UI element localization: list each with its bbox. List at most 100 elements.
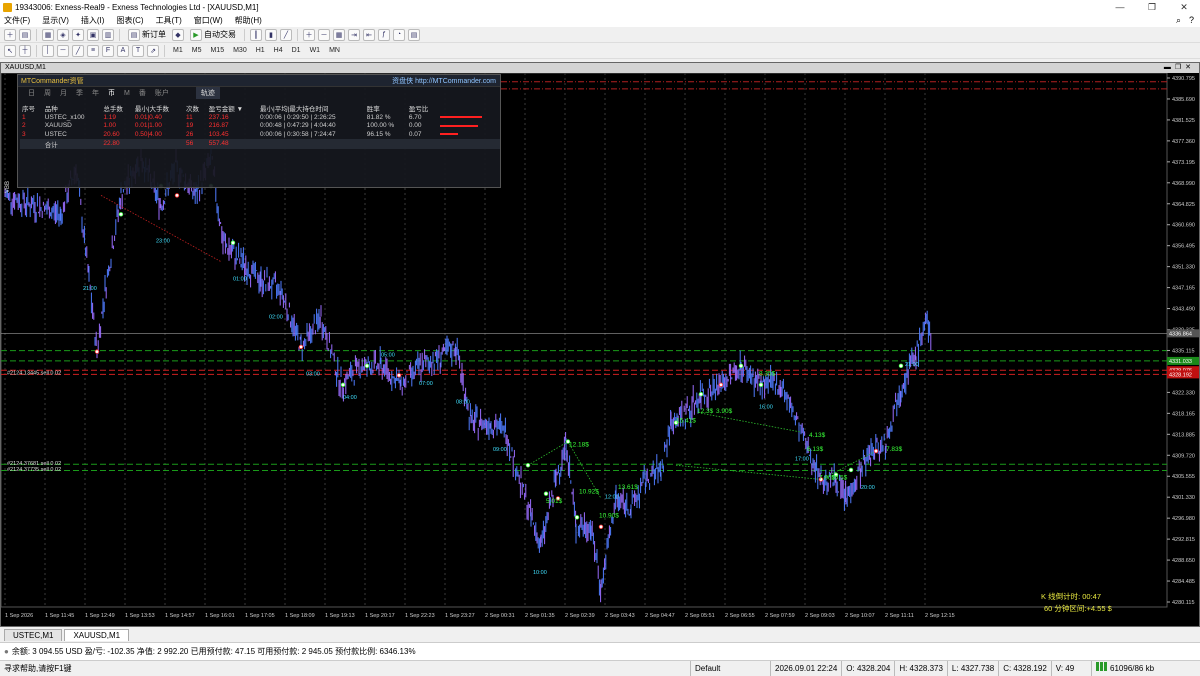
data-window-icon[interactable]: ◈	[57, 28, 69, 41]
panel-tab-account[interactable]: 账户	[155, 88, 169, 98]
col-index[interactable]: 序号	[20, 103, 43, 113]
maximize-button[interactable]: ❐	[1136, 0, 1168, 14]
tile-windows-icon[interactable]: ▦	[333, 28, 345, 41]
panel-tab-week[interactable]: 周	[44, 88, 51, 98]
timeframe-mn[interactable]: MN	[326, 47, 343, 54]
row-winrate: 81.82 %	[366, 113, 391, 121]
timeframe-m30[interactable]: M30	[230, 47, 250, 54]
col-hold[interactable]: 最小|平均|最大持仓时间	[258, 103, 365, 113]
text-icon[interactable]: A	[117, 44, 129, 57]
row-lots: 1.00	[103, 122, 117, 130]
col-count[interactable]: 次数	[184, 103, 207, 113]
row-index: 3	[22, 130, 26, 138]
menu-tools[interactable]: 工具(T)	[156, 15, 182, 26]
line-chart-icon[interactable]: ╱	[280, 28, 292, 41]
table-row[interactable]: 2 XAUUSD 1.00 0.01|1.00 19 216.87 0:00:4…	[20, 122, 500, 131]
strategy-tester-icon[interactable]: ▥	[102, 28, 114, 41]
vertical-line-icon[interactable]: │	[42, 44, 54, 57]
label-icon[interactable]: T	[132, 44, 144, 57]
timeframe-m15[interactable]: M15	[207, 47, 227, 54]
chart-window-controls[interactable]: ▬❐✕	[1164, 63, 1195, 73]
menu-charts[interactable]: 图表(C)	[116, 15, 143, 26]
price-tick: 4377.360	[1172, 139, 1195, 145]
new-order-button[interactable]: ▤ 新订单	[125, 28, 169, 41]
timeframe-h1[interactable]: H1	[253, 47, 268, 54]
navigator-icon[interactable]: ✦	[72, 28, 84, 41]
col-pnl[interactable]: 盈亏金额 ▼	[207, 103, 258, 113]
trendline-icon[interactable]: ╱	[72, 44, 84, 57]
price-tick: 4356.495	[1172, 244, 1195, 250]
status-high: H: 4328.373	[894, 660, 947, 676]
trade-profit-label: 4.13$	[809, 432, 826, 439]
trade-profit-label: 15.41$	[676, 418, 696, 425]
profiles-icon[interactable]: ▤	[19, 28, 31, 41]
metaeditor-icon[interactable]: ◆	[172, 28, 184, 41]
panel-tab-year[interactable]: 年	[92, 88, 99, 98]
row-ratio: 6.70	[408, 113, 422, 121]
templates-icon[interactable]: ▤	[408, 28, 420, 41]
table-row[interactable]: 1 USTEC_x100 1.19 0.01|0.40 11 237.16 0:…	[20, 113, 500, 122]
trade-marker	[738, 363, 744, 369]
auto-scroll-icon[interactable]: ⇥	[348, 28, 360, 41]
table-row[interactable]: 3 USTEC 20.60 0.50|4.00 26 103.45 0:00:0…	[20, 130, 500, 139]
row-pnl: 216.87	[208, 122, 229, 130]
new-chart-icon[interactable]: ＋	[4, 28, 16, 41]
row-symbol: USTEC_x100	[44, 113, 85, 121]
traffic-icon	[1095, 661, 1099, 671]
panel-tab-day[interactable]: 日	[28, 88, 35, 98]
col-symbol[interactable]: 品种	[43, 103, 102, 113]
panel-tab-currency[interactable]: 币	[108, 88, 115, 98]
col-minmax[interactable]: 最小|大手数	[133, 103, 184, 113]
col-lots[interactable]: 总手数	[101, 103, 132, 113]
pnl-bar	[440, 124, 479, 127]
timeframe-d1[interactable]: D1	[289, 47, 304, 54]
col-winrate[interactable]: 胜率	[365, 103, 407, 113]
chart-shift-icon[interactable]: ⇤	[363, 28, 375, 41]
time-tick: 2 Sep 05:51	[685, 613, 715, 619]
menu-insert[interactable]: 插入(I)	[81, 15, 105, 26]
hour-label: 23:00	[156, 239, 170, 245]
chart-window[interactable]: XAUUSD,M1 ▬❐✕ 1 Sep 2026 1 Sep 11:45 1 Sep…	[0, 62, 1200, 627]
terminal-icon[interactable]: ▣	[87, 28, 99, 41]
menu-help[interactable]: 帮助(H)	[235, 15, 262, 26]
candlestick-icon[interactable]: ▮	[265, 28, 277, 41]
arrow-icon[interactable]: ⇗	[147, 44, 159, 57]
menu-window[interactable]: 窗口(W)	[194, 15, 223, 26]
track-button[interactable]: 轨迹	[195, 87, 220, 99]
panel-tab-month[interactable]: 月	[60, 88, 67, 98]
time-tick: 1 Sep 16:01	[205, 613, 235, 619]
auto-trading-button[interactable]: ▶ 自动交易	[187, 28, 239, 41]
channel-icon[interactable]: ≡	[87, 44, 99, 57]
menu-file[interactable]: 文件(F)	[4, 15, 30, 26]
tab-xauusd[interactable]: XAUUSD,M1	[64, 629, 130, 641]
search-icon[interactable]: ⌕	[1176, 15, 1181, 26]
col-ratio[interactable]: 盈亏比	[407, 103, 438, 113]
timeframe-w1[interactable]: W1	[307, 47, 324, 54]
hour-label: 01:00	[233, 277, 247, 283]
panel-tab-m[interactable]: M	[124, 90, 130, 97]
crosshair-icon[interactable]: ┼	[19, 44, 31, 57]
timeframe-m5[interactable]: M5	[189, 47, 205, 54]
minimize-button[interactable]: —	[1104, 0, 1136, 14]
zoom-in-icon[interactable]: ＋	[303, 28, 315, 41]
panel-link[interactable]: 资盘侠 http://MTCommander.com	[392, 76, 500, 86]
tab-ustec[interactable]: USTEC,M1	[4, 629, 63, 641]
timeframe-h4[interactable]: H4	[271, 47, 286, 54]
cursor-icon[interactable]: ↖	[4, 44, 16, 57]
bar-chart-icon[interactable]: ┃	[250, 28, 262, 41]
fibonacci-icon[interactable]: F	[102, 44, 114, 57]
indicators-icon[interactable]: ƒ	[378, 28, 390, 41]
market-watch-icon[interactable]: ▦	[42, 28, 54, 41]
close-button[interactable]: ✕	[1168, 0, 1200, 14]
price-tick: 4280.115	[1172, 600, 1195, 606]
zoom-out-icon[interactable]: －	[318, 28, 330, 41]
help-icon[interactable]: ?	[1189, 15, 1194, 26]
chart-symbol-label: XAUUSD,M1	[5, 64, 46, 71]
periods-icon[interactable]: ◔	[393, 28, 405, 41]
panel-tab-fan[interactable]: 番	[139, 88, 146, 98]
price-tick: 4351.330	[1172, 265, 1195, 271]
menu-view[interactable]: 显示(V)	[42, 15, 69, 26]
timeframe-m1[interactable]: M1	[170, 47, 186, 54]
panel-tab-quarter[interactable]: 季	[76, 88, 83, 98]
horizontal-line-icon[interactable]: ─	[57, 44, 69, 57]
